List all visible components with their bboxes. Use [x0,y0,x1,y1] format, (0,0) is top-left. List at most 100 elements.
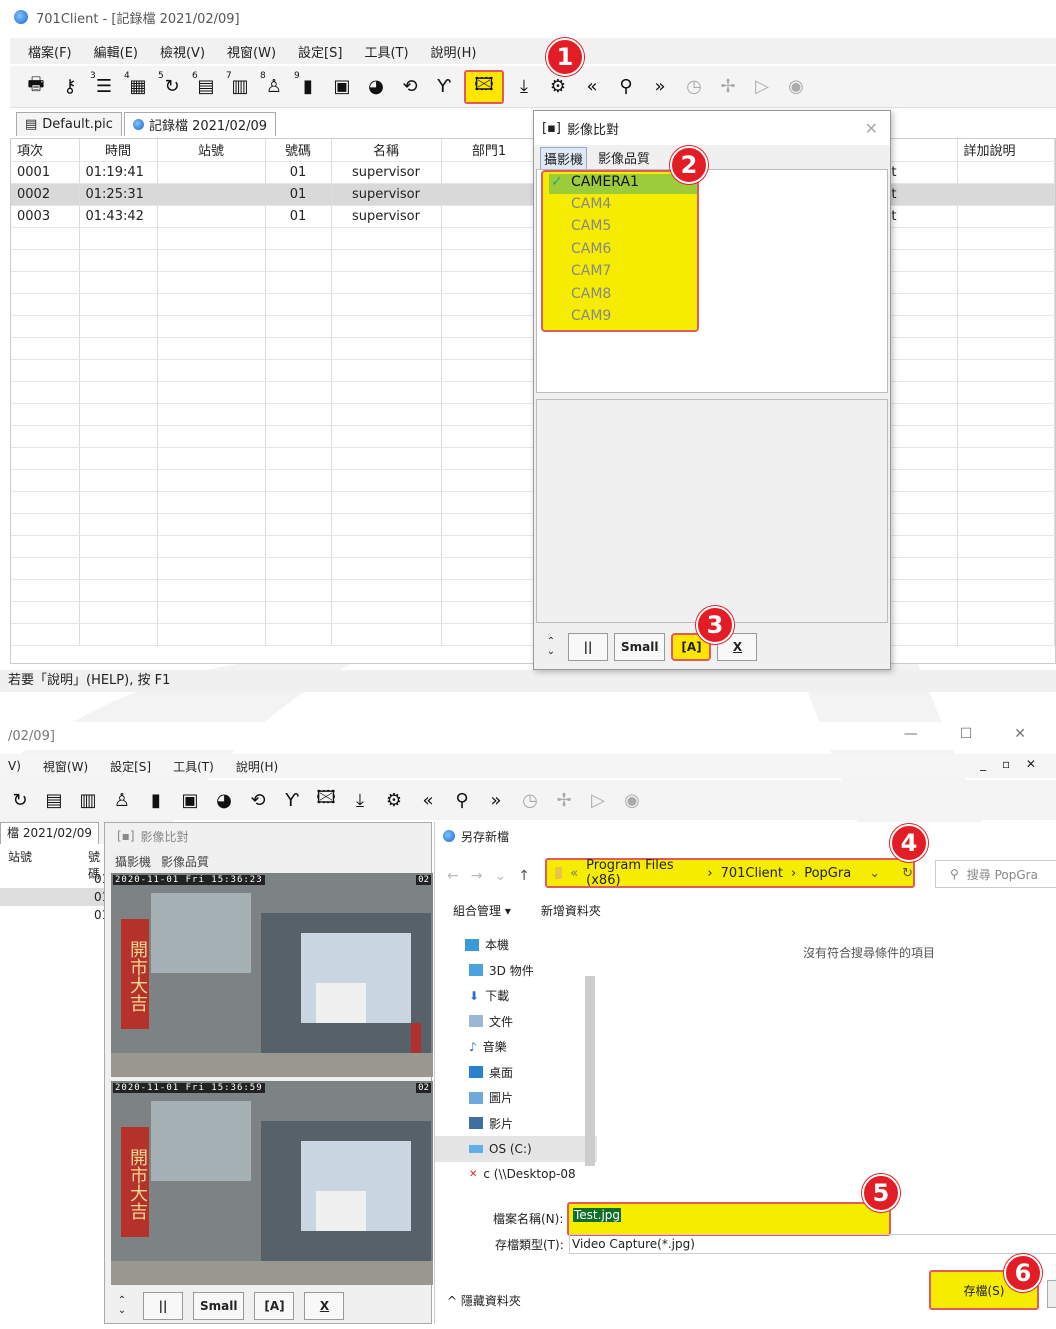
menu-view[interactable]: 檢視(V) [160,42,205,61]
counter-icon[interactable]: ▣ [328,73,356,101]
menu-edit[interactable]: 編輯(E) [94,42,138,61]
door-icon[interactable]: 9 ▮ [294,71,322,101]
menu-view[interactable]: V) [8,759,21,773]
image-compare-icon[interactable]: 🖾 [312,786,340,814]
mdi-controls[interactable]: _ ▫ ✕ [980,757,1042,771]
col-name[interactable]: 名稱 [331,139,442,162]
play-icon[interactable]: ▷ [748,73,776,101]
organize-button[interactable]: 組合管理 ▾ [453,902,511,919]
recent-icon[interactable]: ⌄ [494,868,506,884]
filter-icon[interactable]: Ƴ [430,73,458,101]
camera-item[interactable]: CAM8 [571,286,611,302]
bar-chart-icon[interactable]: 7 ▥ [226,71,254,101]
pin-icon[interactable]: ✢ [714,73,742,101]
menu-tools[interactable]: 工具(T) [173,758,214,775]
col-detail[interactable]: 詳加說明 [957,139,1055,162]
play-icon[interactable]: ▷ [584,786,612,814]
bar-chart-icon[interactable]: ▥ [74,786,102,814]
menu-window[interactable]: 視窗(W) [43,758,88,775]
menu-window[interactable]: 視窗(W) [227,42,276,61]
stop-icon[interactable]: ◉ [618,786,646,814]
path-segment[interactable]: PopGra [804,866,851,881]
rewind-icon[interactable]: « [578,73,606,101]
scroll-stepper[interactable]: ⌃ ⌄ [540,630,562,664]
path-segment[interactable]: 701Client [721,866,783,881]
tab-default-pic[interactable]: ▤ Default.pic [16,112,122,136]
tree-item-desktop[interactable]: 桌面 [435,1060,597,1086]
tree-item-documents[interactable]: 文件 [435,1009,597,1035]
search-icon[interactable]: ⚲ [612,73,640,101]
bottom-tab-log[interactable]: 檔 2021/02/09 [0,822,99,844]
stop-icon[interactable]: ◉ [782,73,810,101]
tab-log[interactable]: 記錄檔 2021/02/09 [123,112,277,136]
tree-item-3d[interactable]: 3D 物件 [435,958,597,984]
close-icon[interactable]: ✕ [865,119,878,138]
back-arrow-icon[interactable]: ← [447,868,459,884]
sync-icon[interactable]: ⟲ [396,73,424,101]
camera-item[interactable]: CAM9 [571,308,611,324]
rewind-icon[interactable]: « [414,786,442,814]
address-bar[interactable]: « Program Files (x86) › 701Client › PopG… [545,858,915,888]
menu-help[interactable]: 說明(H) [431,42,477,61]
forward-icon[interactable]: » [646,73,674,101]
tree-scrollbar[interactable] [583,936,597,1206]
close-window-icon[interactable]: ✕ [1014,726,1026,742]
key-icon[interactable]: ⚷ [56,73,84,101]
tab-camera[interactable]: 攝影機 [540,147,588,170]
pause-button[interactable]: || [568,633,608,661]
small-button[interactable]: Small [193,1292,245,1320]
search-box[interactable]: ⚲ 搜尋 PopGra [935,860,1056,888]
col-time[interactable]: 時間 [79,139,158,162]
filename-input[interactable]: Test.jpg [567,1202,891,1236]
refresh-icon[interactable]: ↻ [902,866,913,881]
maximize-icon[interactable]: ☐ [960,726,973,742]
pin-icon[interactable]: ✢ [550,786,578,814]
minimize-icon[interactable]: — [904,726,918,742]
camera-item[interactable]: CAM7 [571,263,611,279]
tree-item-videos[interactable]: 影片 [435,1111,597,1137]
col-code[interactable]: 號碼 [265,139,332,162]
pause-button[interactable]: || [143,1292,183,1320]
chevron-down-icon[interactable]: ⌄ [547,647,555,657]
forward-arrow-icon[interactable]: → [471,868,483,884]
calendar-icon[interactable]: 4 ▦ [124,71,152,101]
path-segment[interactable]: Program Files (x86) [586,858,699,888]
gear-icon[interactable]: ⚙ [380,786,408,814]
close-button[interactable]: X [304,1292,345,1320]
menu-help[interactable]: 說明(H) [236,758,278,775]
list-icon[interactable]: 3 ☰ [90,71,118,101]
scroll-stepper[interactable]: ⌃ ⌄ [111,1289,133,1323]
grid-icon[interactable]: 6 ▤ [192,71,220,101]
image-compare-icon[interactable]: 🖾 [464,69,504,104]
history-icon[interactable]: ◷ [680,73,708,101]
tab-camera[interactable]: 攝影機 [115,853,151,870]
tree-item-network-drive[interactable]: ✕ c (\\Desktop-08 [435,1162,597,1188]
download-icon[interactable]: ⤓ [510,73,538,101]
camera-item[interactable]: CAMERA1 [571,174,639,190]
menu-file[interactable]: 檔案(F) [28,42,72,61]
camera-item[interactable]: CAM5 [571,218,611,234]
new-folder-button[interactable]: 新增資料夾 [541,902,601,919]
print-icon[interactable]: 🖶 [22,73,50,101]
history-icon[interactable]: ◷ [516,786,544,814]
user-icon[interactable]: ♙ [108,786,136,814]
gear-icon[interactable]: ⚙ [544,73,572,101]
col-dept[interactable]: 部門1 [441,139,538,162]
col-station[interactable]: 站號 [157,139,266,162]
capture-button[interactable]: [A] [254,1292,295,1320]
door-icon[interactable]: ▮ [142,786,170,814]
scrollbar-thumb[interactable] [585,976,595,1166]
forward-icon[interactable]: » [482,786,510,814]
filter-icon[interactable]: Ƴ [278,786,306,814]
pie-chart-icon[interactable]: ◕ [210,786,238,814]
up-arrow-icon[interactable]: ↑ [518,868,530,884]
search-icon[interactable]: ⚲ [448,786,476,814]
menu-tools[interactable]: 工具(T) [364,42,408,61]
refresh-icon[interactable]: ↻ [6,786,34,814]
small-button[interactable]: Small [614,633,666,661]
hide-folders-toggle[interactable]: ^ 隱藏資料夾 [447,1292,521,1309]
pie-chart-icon[interactable]: ◕ [362,73,390,101]
menu-settings[interactable]: 設定[S] [298,42,342,61]
tree-item-music[interactable]: ♪ 音樂 [435,1034,597,1060]
grid-icon[interactable]: ▤ [40,786,68,814]
